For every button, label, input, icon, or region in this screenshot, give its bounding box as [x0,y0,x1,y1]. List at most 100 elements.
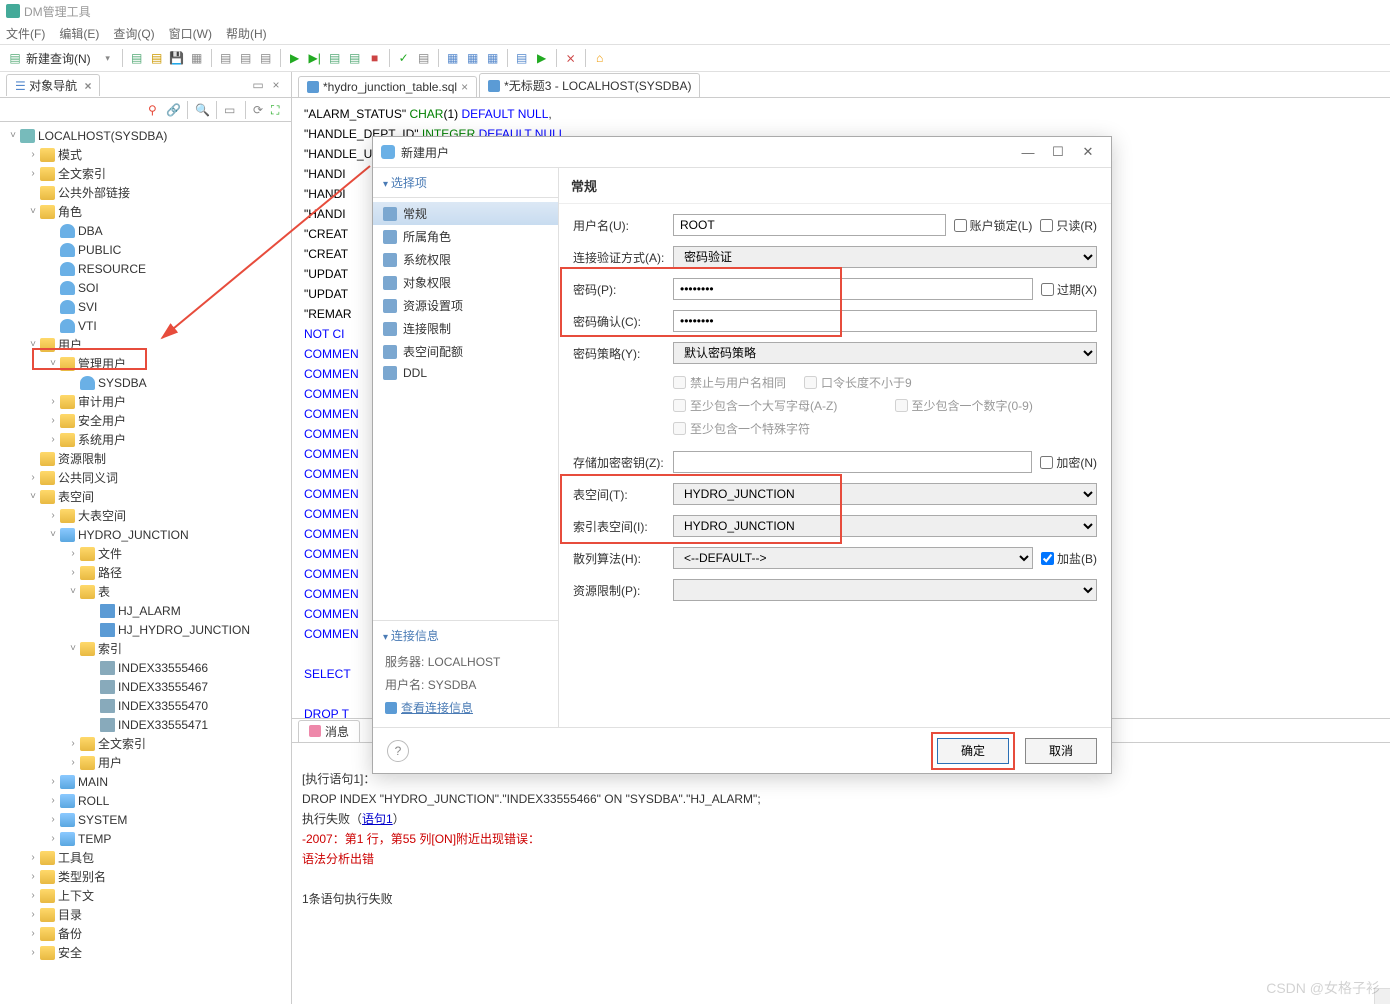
close-button[interactable]: ✕ [1073,144,1103,160]
storekey-input[interactable] [673,451,1032,473]
reslimit-select[interactable] [673,579,1097,601]
toolbar-btn-5[interactable]: ▤ [217,49,235,67]
conn-view-link[interactable]: 查看连接信息 [373,696,558,719]
output-link[interactable]: 语句1 [362,812,393,826]
policy-opt-2[interactable]: 口令长度不小于9 [804,374,912,391]
menu-help[interactable]: 帮助(H) [226,25,267,42]
toolbar-btn-11[interactable]: ▤ [513,49,531,67]
run-icon[interactable]: ▶ [286,49,304,67]
nav-item-conn-limit[interactable]: 连接限制 [373,317,558,340]
tree-item[interactable]: VTI [78,319,97,333]
tree-item[interactable]: INDEX33555471 [118,718,208,732]
tree-item-admin-users[interactable]: 管理用户 [78,355,126,372]
tree-item[interactable]: 文件 [98,545,122,562]
tree-item[interactable]: 大表空间 [78,507,126,524]
tree-item[interactable]: 表 [98,583,110,600]
toolbar-btn-10[interactable]: ▤ [415,49,433,67]
tree-item[interactable]: SYSDBA [98,376,147,390]
menu-query[interactable]: 查询(Q) [113,25,154,42]
policy-opt-1[interactable]: 禁止与用户名相同 [673,374,786,391]
tree-item[interactable]: 审计用户 [78,393,126,410]
nav-item-general[interactable]: 常规 [373,202,558,225]
policy-opt-3[interactable]: 至少包含一个大写字母(A-Z) [673,397,877,414]
grid-icon-1[interactable]: ▦ [444,49,462,67]
nav-item-ddl[interactable]: DDL [373,363,558,383]
tree-item[interactable]: 公共同义词 [58,469,118,486]
policy-select[interactable]: 默认密码策略 [673,342,1097,364]
tree-item[interactable]: 安全用户 [78,412,126,429]
close-icon[interactable]: × [461,80,468,94]
minimize-button[interactable]: ― [1013,145,1043,160]
dropdown-icon[interactable]: ▾ [99,49,117,67]
tree-item[interactable]: RESOURCE [78,262,146,276]
tree-item[interactable]: DBA [78,224,103,238]
stop-icon-2[interactable]: ⨯ [562,49,580,67]
policy-opt-4[interactable]: 至少包含一个数字(0-9) [895,397,1033,414]
tree-item[interactable]: 公共外部链接 [58,184,130,201]
stop-icon[interactable]: ■ [366,49,384,67]
tree-item[interactable]: 索引 [98,640,122,657]
salt-checkbox[interactable]: 加盐(B) [1041,550,1097,567]
help-button[interactable]: ? [387,740,409,762]
readonly-checkbox[interactable]: 只读(R) [1040,217,1097,234]
expire-checkbox[interactable]: 过期(X) [1041,281,1097,298]
tree-item[interactable]: 全文索引 [58,165,106,182]
tree-item[interactable]: HYDRO_JUNCTION [78,528,189,542]
index-tablespace-select[interactable]: HYDRO_JUNCTION [673,515,1097,537]
tree-item[interactable]: HJ_ALARM [118,604,181,618]
tree-item[interactable]: INDEX33555470 [118,699,208,713]
auth-select[interactable]: 密码验证 [673,246,1097,268]
tree-item[interactable]: TEMP [78,832,111,846]
menu-window[interactable]: 窗口(W) [169,25,212,42]
tree-item[interactable]: 表空间 [58,488,94,505]
toolbar-btn-7[interactable]: ▤ [257,49,275,67]
tree-item[interactable]: ROLL [78,794,109,808]
nav-item-roles[interactable]: 所属角色 [373,225,558,248]
cancel-button[interactable]: 取消 [1025,738,1097,764]
tablespace-select[interactable]: HYDRO_JUNCTION [673,483,1097,505]
tree-item[interactable]: PUBLIC [78,243,121,257]
close-panel-icon[interactable]: × [267,76,285,94]
new-query-label[interactable]: 新建查询(N) [26,50,91,67]
toolbar-btn-1[interactable]: ▤ [128,49,146,67]
refresh-icon[interactable]: ⟳ [253,103,267,117]
tree-item[interactable]: 类型别名 [58,868,106,885]
maximize-button[interactable]: ☐ [1043,144,1073,160]
toolbar-btn-9[interactable]: ▤ [346,49,364,67]
policy-opt-5[interactable]: 至少包含一个特殊字符 [673,420,1097,437]
ok-button[interactable]: 确定 [937,738,1009,764]
nav-item-resource[interactable]: 资源设置项 [373,294,558,317]
lock-checkbox[interactable]: 账户锁定(L) [954,217,1033,234]
tree-item[interactable]: 路径 [98,564,122,581]
toolbar-btn-6[interactable]: ▤ [237,49,255,67]
minimize-icon[interactable]: ▭ [249,76,267,94]
tree-item[interactable]: 用户 [98,754,122,771]
output-body[interactable]: [执行语句1]： DROP INDEX "HYDRO_JUNCTION"."IN… [292,743,1390,1004]
tree-item[interactable]: 系统用户 [78,431,126,448]
nav-item-obj-priv[interactable]: 对象权限 [373,271,558,294]
username-input[interactable] [673,214,946,236]
tree-item[interactable]: MAIN [78,775,108,789]
tree-item[interactable]: 工具包 [58,849,94,866]
toolbar-btn-8[interactable]: ▤ [326,49,344,67]
hash-select[interactable]: <--DEFAULT--> [673,547,1033,569]
menu-file[interactable]: 文件(F) [6,25,45,42]
editor-tab-2[interactable]: *无标题3 - LOCALHOST(SYSDBA) [479,73,700,97]
search-icon[interactable]: 🔍 [195,103,209,117]
toolbar-btn-12[interactable]: ▶ [533,49,551,67]
tree-item[interactable]: 上下文 [58,887,94,904]
object-tree[interactable]: ˅LOCALHOST(SYSDBA) ›模式 ›全文索引 公共外部链接 ˅角色 … [0,122,291,1004]
password-confirm-input[interactable] [673,310,1097,332]
tree-item[interactable]: 安全 [58,944,82,961]
tree-item[interactable]: 目录 [58,906,82,923]
tree-item[interactable]: SOI [78,281,99,295]
save-icon[interactable]: 💾 [168,49,186,67]
tree-item[interactable]: 用户 [58,336,82,353]
tree-item[interactable]: INDEX33555466 [118,661,208,675]
editor-tab-1[interactable]: *hydro_junction_table.sql× [298,76,477,97]
nav-item-ts-quota[interactable]: 表空间配额 [373,340,558,363]
password-input[interactable] [673,278,1033,300]
menu-edit[interactable]: 编辑(E) [59,25,99,42]
new-query-icon[interactable]: ▤ [6,49,24,67]
sidebar-tab-nav[interactable]: ☰ 对象导航 × [6,74,100,96]
